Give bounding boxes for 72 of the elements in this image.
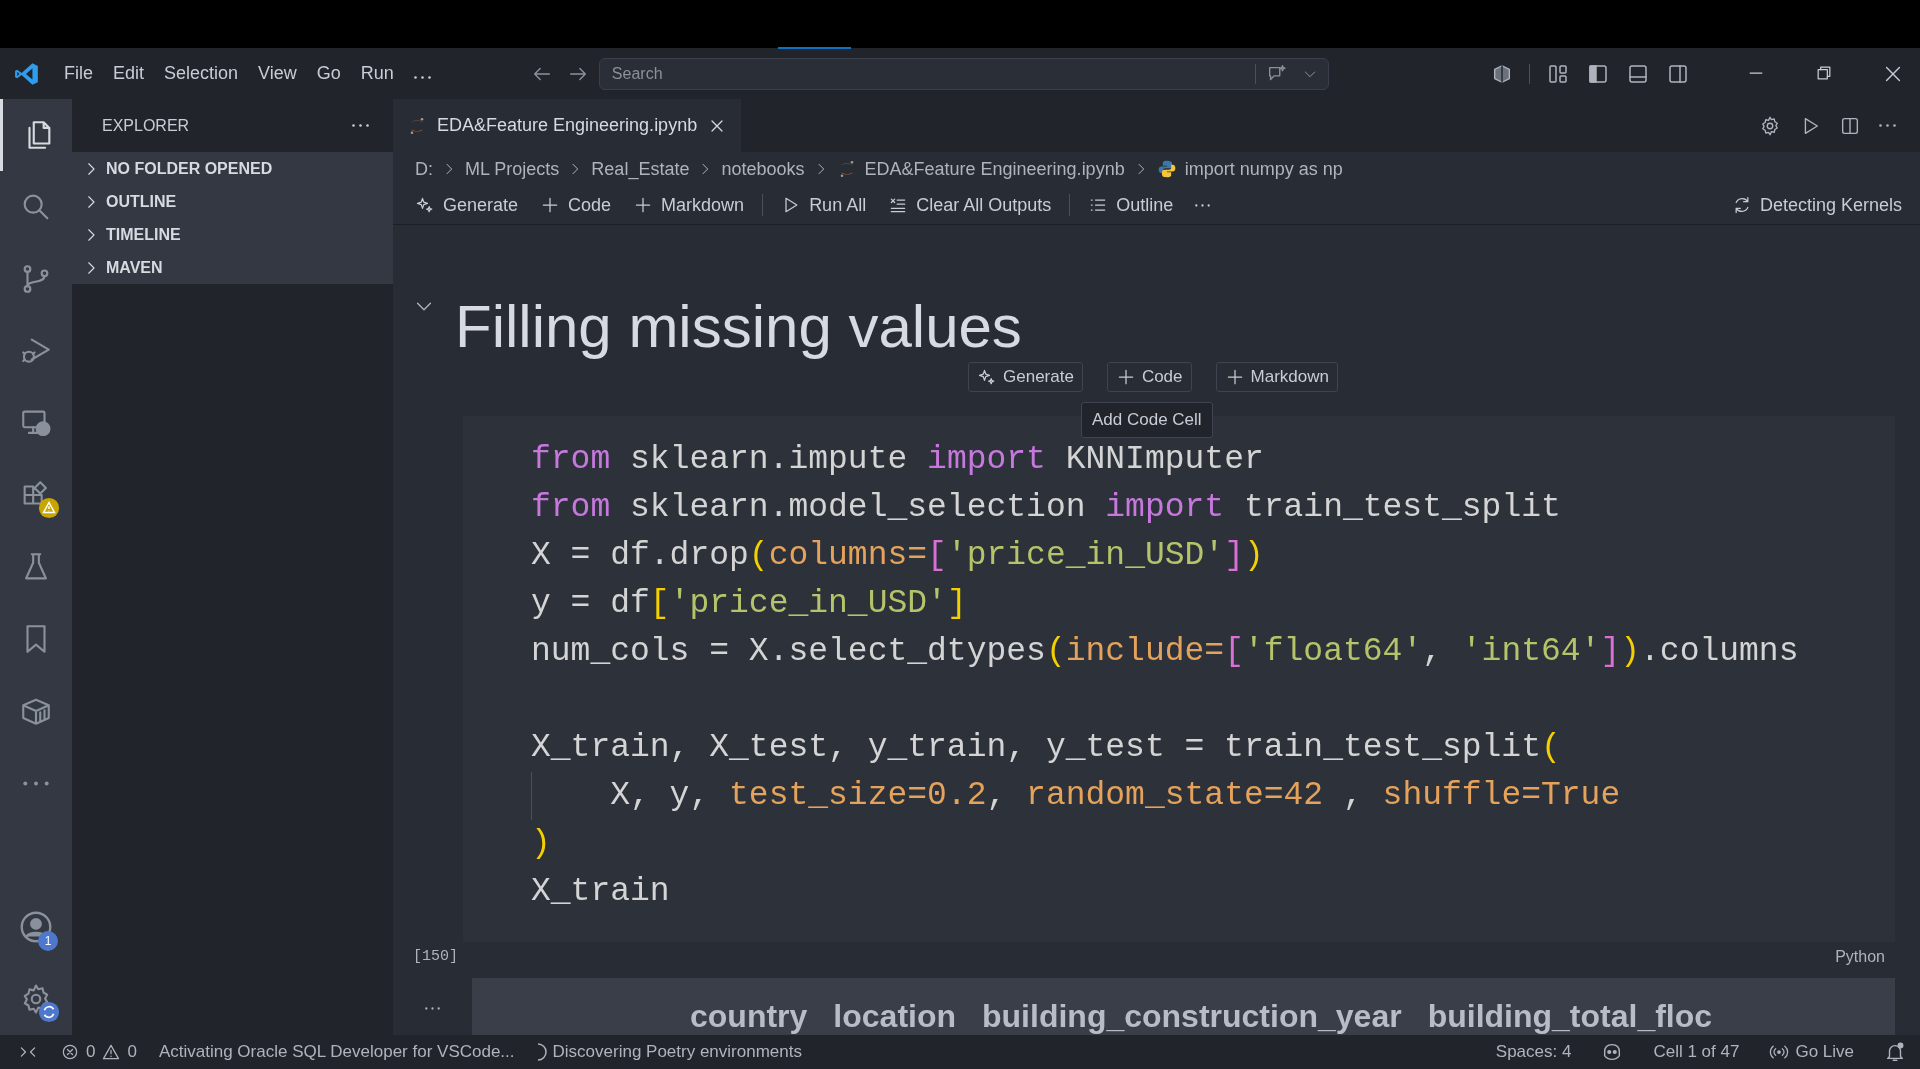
column-header: location <box>833 997 956 1035</box>
kernel-picker[interactable]: Detecting Kernels <box>1731 194 1902 216</box>
breadcrumb-item[interactable]: notebooks <box>721 158 805 180</box>
breadcrumb-item[interactable]: D: <box>415 158 433 180</box>
code-line: X, y, test_size=0.2, random_state=42 , shuffle=True <box>531 772 1895 820</box>
code-line: from sklearn.model_selection import train_test_split <box>531 488 1562 528</box>
sidebar-section[interactable]: NO FOLDER OPENED <box>72 152 393 185</box>
insert-cell-button[interactable]: Code <box>1106 362 1192 392</box>
toolbar-button[interactable]: Clear All Outputs <box>880 192 1060 218</box>
warning-icon <box>101 1042 122 1062</box>
code-line: X_train <box>531 872 671 912</box>
more-icon[interactable] <box>352 124 369 127</box>
sparkle-icon <box>415 195 435 215</box>
toolbar-button[interactable]: Code <box>532 192 620 218</box>
sync-icon <box>38 1001 60 1023</box>
app-logo <box>14 60 40 87</box>
toolbar-button[interactable]: Generate <box>407 192 527 218</box>
toolbar-button[interactable]: Run All <box>773 192 875 218</box>
execution-count: [150] <box>413 948 458 966</box>
breadcrumb-item[interactable]: EDA&Feature Engineering.ipynb <box>864 158 1125 180</box>
code-line: X = df.drop(columns=['price_in_USD']) <box>531 536 1265 576</box>
breadcrumb-item[interactable]: Real_Estate <box>591 158 690 180</box>
sidebar-title: EXPLORER <box>102 116 190 135</box>
spinner-icon <box>536 1043 547 1061</box>
bell-icon[interactable] <box>1884 1041 1906 1063</box>
search-box[interactable]: Search <box>598 57 1329 90</box>
error-icon <box>60 1042 80 1062</box>
sparkle-icon <box>977 367 997 387</box>
cube-icon[interactable] <box>1491 62 1513 85</box>
code-line: y = df['price_in_USD'] <box>531 584 968 624</box>
insert-cell-button[interactable]: Markdown <box>1215 362 1338 392</box>
status-text[interactable]: Activating Oracle SQL Developer for VSCode... <box>158 1042 515 1062</box>
status-item[interactable]: Cell 1 of 47 <box>1653 1042 1740 1062</box>
column-header: country <box>690 997 808 1035</box>
more-icon[interactable] <box>1879 124 1896 127</box>
sidebar-section[interactable]: MAVEN <box>72 251 393 284</box>
menu-item[interactable]: Go <box>306 59 351 88</box>
menu-item[interactable]: File <box>54 59 103 88</box>
more-icon[interactable] <box>425 1006 440 1010</box>
editor-tab[interactable]: EDA&Feature Engineering.ipynb <box>393 99 742 152</box>
gear-icon[interactable] <box>1759 114 1781 137</box>
toolbar-button[interactable]: Outline <box>1080 192 1182 218</box>
code-line: num_cols = X.select_dtypes(include=['float64', 'int64']).columns <box>531 632 1800 672</box>
search-field[interactable]: Search <box>599 63 1245 84</box>
cell-language[interactable]: Python <box>1835 948 1885 966</box>
column-header: building_construction_year <box>982 997 1402 1035</box>
menu-item[interactable]: Run <box>350 59 404 88</box>
tooltip: Add Code Cell <box>1081 402 1213 438</box>
go-live-button[interactable]: Go Live <box>1769 1042 1854 1062</box>
menu-item[interactable]: Edit <box>103 59 155 88</box>
toolbar-button[interactable]: Markdown <box>625 192 753 218</box>
menu-item[interactable]: Selection <box>154 59 249 88</box>
more-icon <box>23 780 49 786</box>
sidebar-section[interactable]: OUTLINE <box>72 185 393 218</box>
code-line: X_train, X_test, y_train, y_test = train_test_split( <box>531 728 1562 768</box>
status-item[interactable]: Spaces: 4 <box>1495 1042 1572 1062</box>
sidebar-section[interactable]: TIMELINE <box>72 218 393 251</box>
warning-icon <box>38 497 60 519</box>
column-header: building_total_floc <box>1427 997 1713 1035</box>
python-icon <box>1156 159 1177 179</box>
status-text[interactable]: Discovering Poetry environments <box>552 1042 802 1062</box>
insert-cell-button[interactable]: Generate <box>968 362 1083 392</box>
more-icon[interactable] <box>1195 203 1211 207</box>
breadcrumb-item[interactable]: import numpy as np <box>1184 158 1343 180</box>
code-line: ) <box>531 824 552 864</box>
problems-indicator[interactable]: 0 0 <box>60 1042 137 1062</box>
breadcrumb-item[interactable]: ML Projects <box>465 158 560 180</box>
markdown-heading: Filling missing values <box>455 295 1022 359</box>
notification-count: 1 <box>38 931 58 951</box>
menu-item[interactable]: View <box>248 59 307 88</box>
code-line: from sklearn.impute import KNNImputer <box>531 440 1265 480</box>
more-icon[interactable] <box>413 76 431 79</box>
